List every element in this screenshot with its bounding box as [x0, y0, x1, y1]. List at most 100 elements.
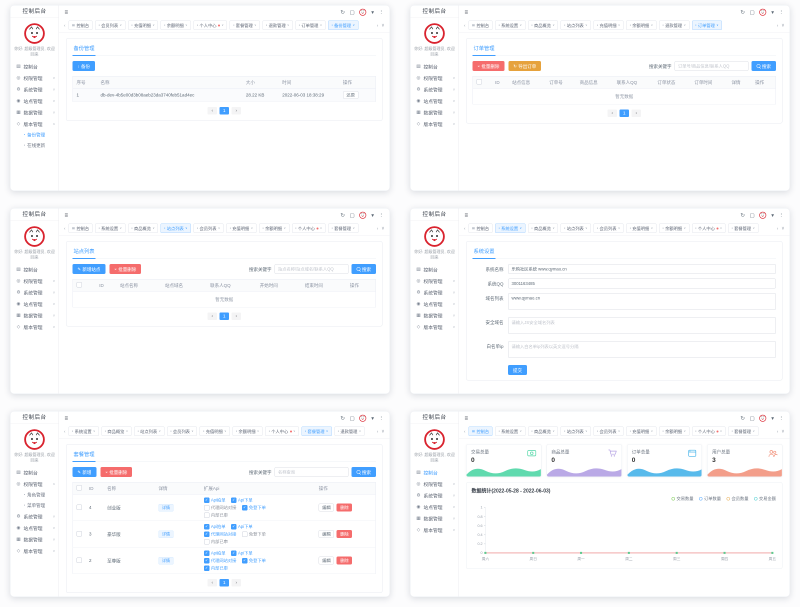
- tab-list-dropdown-icon[interactable]: ∨: [381, 429, 384, 435]
- tab-控制台[interactable]: ▤控制台: [69, 21, 93, 31]
- chevron-right-icon[interactable]: ›: [377, 429, 379, 434]
- sidebar-item-站点管理[interactable]: ◉站点管理∨: [411, 95, 459, 107]
- tab-站点列表[interactable]: ▪站点列表∨: [561, 21, 591, 31]
- permission-item[interactable]: ✓Api拍单: [204, 524, 226, 530]
- batch-delete-button[interactable]: ×批量删除: [100, 467, 132, 477]
- sidebar-item-控制台[interactable]: ▤控制台: [11, 467, 59, 479]
- search-input[interactable]: [274, 467, 348, 477]
- sidebar-item-权限管理[interactable]: ◎权限管理∨: [411, 478, 459, 490]
- fullscreen-icon[interactable]: ▢: [350, 9, 355, 16]
- tab-个人中心[interactable]: ▪个人中心∨: [193, 21, 227, 31]
- tab-商品概览[interactable]: ▪商品概览∨: [101, 427, 131, 437]
- caret-down-icon[interactable]: ▾: [371, 9, 374, 16]
- sidebar-subitem-菜单管理[interactable]: ▪菜单管理: [11, 500, 59, 511]
- 域名列表-field[interactable]: [508, 293, 776, 310]
- tab-list-dropdown-icon[interactable]: ∨: [781, 23, 784, 29]
- sidebar-item-版本管理[interactable]: ◇版本管理∨: [11, 321, 59, 333]
- sidebar-item-权限管理[interactable]: ◎权限管理∨: [411, 275, 459, 287]
- sidebar-item-站点管理[interactable]: ◉站点管理∨: [411, 298, 459, 310]
- permission-checkbox[interactable]: ✓: [204, 550, 210, 556]
- tab-list-dropdown-icon[interactable]: ∨: [381, 226, 384, 232]
- search-button[interactable]: 搜索: [351, 467, 376, 477]
- select-all-checkbox[interactable]: [77, 485, 83, 491]
- refresh-icon[interactable]: ↻: [740, 415, 745, 422]
- tab-系统设置[interactable]: ▪系统设置∨: [495, 427, 525, 437]
- export-orders-button[interactable]: ↻导出订单: [508, 61, 541, 71]
- sidebar-item-权限管理[interactable]: ◎权限管理∧: [11, 478, 59, 490]
- row-checkbox[interactable]: [77, 504, 83, 510]
- permission-item[interactable]: ✓Api下单: [231, 524, 253, 530]
- more-icon[interactable]: ⋮: [379, 415, 385, 422]
- sidebar-subitem-角色管理[interactable]: ▪角色管理: [11, 490, 59, 501]
- sidebar-item-系统管理[interactable]: ⚙系统管理∨: [11, 84, 59, 96]
- avatar[interactable]: [359, 8, 367, 16]
- permission-checkbox[interactable]: ✓: [231, 524, 237, 530]
- tab-系统设置[interactable]: ▪系统设置∨: [95, 224, 125, 234]
- sidebar-item-数据管理[interactable]: ▦数据管理∨: [411, 310, 459, 322]
- tab-余额明细[interactable]: ▪余额明细∨: [659, 224, 689, 234]
- permission-checkbox[interactable]: ✓: [204, 565, 210, 571]
- pagination-next-button[interactable]: ›: [232, 313, 242, 321]
- chevron-left-icon[interactable]: ‹: [64, 226, 66, 231]
- permission-item[interactable]: ✓Api拍单: [204, 550, 226, 556]
- pagination-next-button[interactable]: ›: [632, 110, 642, 118]
- caret-down-icon[interactable]: ▾: [771, 9, 774, 16]
- chevron-right-icon[interactable]: ›: [777, 226, 779, 231]
- chevron-left-icon[interactable]: ‹: [464, 226, 466, 231]
- search-input[interactable]: [274, 264, 348, 274]
- permission-item[interactable]: ✓代理网站对接: [204, 558, 237, 564]
- permission-item[interactable]: ✓内部已审: [204, 565, 228, 571]
- sidebar-item-版本管理[interactable]: ◇版本管理∨: [11, 545, 59, 557]
- sidebar-item-控制台[interactable]: ▤控制台: [411, 264, 459, 276]
- permission-checkbox[interactable]: ✓: [204, 497, 210, 503]
- sidebar-item-控制台[interactable]: ▤控制台: [11, 61, 59, 73]
- row-checkbox[interactable]: [77, 531, 83, 537]
- batch-delete-button[interactable]: ×批量删除: [473, 61, 505, 71]
- sidebar-item-站点管理[interactable]: ◉站点管理∨: [11, 95, 59, 107]
- tab-充值明细[interactable]: ▪充值明细∨: [593, 21, 623, 31]
- fullscreen-icon[interactable]: ▢: [350, 212, 355, 219]
- tab-控制台[interactable]: ▤控制台: [469, 427, 493, 437]
- batch-delete-button[interactable]: ×批量删除: [109, 264, 141, 274]
- permission-item[interactable]: 内部已审: [204, 539, 228, 545]
- chevron-left-icon[interactable]: ‹: [464, 429, 466, 434]
- permission-item[interactable]: 免登下单: [242, 531, 266, 537]
- tab-系统设置[interactable]: ▪系统设置∨: [495, 21, 525, 31]
- sidebar-item-数据管理[interactable]: ▦数据管理∨: [411, 107, 459, 119]
- tab-商品概览[interactable]: ▪商品概览∨: [528, 427, 558, 437]
- sidebar-subitem-备份管理[interactable]: ▪备份管理: [11, 130, 59, 141]
- detail-tag[interactable]: 详情: [158, 504, 173, 512]
- delete-button[interactable]: 删除: [337, 504, 353, 512]
- fullscreen-icon[interactable]: ▢: [350, 415, 355, 422]
- fullscreen-icon[interactable]: ▢: [750, 212, 755, 219]
- tab-个人中心[interactable]: ▪个人中心∨: [292, 224, 326, 234]
- tab-套餐管理[interactable]: ▪套餐管理∨: [301, 427, 331, 437]
- avatar[interactable]: [359, 414, 367, 422]
- chevron-right-icon[interactable]: ›: [777, 23, 779, 28]
- sidebar-subitem-在线更新[interactable]: ▪在线更新: [11, 140, 59, 151]
- tab-余额明细[interactable]: ▪余额明细∨: [232, 427, 262, 437]
- permission-item[interactable]: ✓Api拍单: [204, 497, 226, 503]
- sidebar-item-系统管理[interactable]: ⚙系统管理∨: [11, 511, 59, 523]
- add-package-button[interactable]: ✎新增: [73, 467, 97, 477]
- sidebar-item-控制台[interactable]: ▤控制台: [411, 61, 459, 73]
- tab-控制台[interactable]: ▤控制台: [469, 21, 493, 31]
- tab-list-dropdown-icon[interactable]: ∨: [781, 429, 784, 435]
- tab-商品概览[interactable]: ▪商品概览∨: [128, 224, 158, 234]
- chevron-left-icon[interactable]: ‹: [464, 23, 466, 28]
- pagination-page-1[interactable]: 1: [220, 579, 230, 587]
- tab-余额明细[interactable]: ▪余额明细∨: [259, 224, 289, 234]
- tab-站点列表[interactable]: ▪站点列表∨: [161, 224, 191, 234]
- tab-余额明细[interactable]: ▪余额明细∨: [626, 21, 656, 31]
- sidebar-item-版本管理[interactable]: ◇版本管理∨: [411, 524, 459, 536]
- sidebar-item-权限管理[interactable]: ◎权限管理∨: [11, 72, 59, 84]
- 系统名称-field[interactable]: [508, 264, 776, 274]
- sidebar-item-系统管理[interactable]: ⚙系统管理∨: [411, 287, 459, 299]
- edit-button[interactable]: 编辑: [319, 557, 335, 565]
- fullscreen-icon[interactable]: ▢: [750, 415, 755, 422]
- tab-充值明细[interactable]: ▪充值明细∨: [626, 427, 656, 437]
- refresh-icon[interactable]: ↻: [340, 212, 345, 219]
- sidebar-item-系统管理[interactable]: ⚙系统管理∨: [11, 287, 59, 299]
- tab-退款管理[interactable]: ▪退款管理∨: [334, 427, 364, 437]
- tab-控制台[interactable]: ▤控制台: [469, 224, 493, 234]
